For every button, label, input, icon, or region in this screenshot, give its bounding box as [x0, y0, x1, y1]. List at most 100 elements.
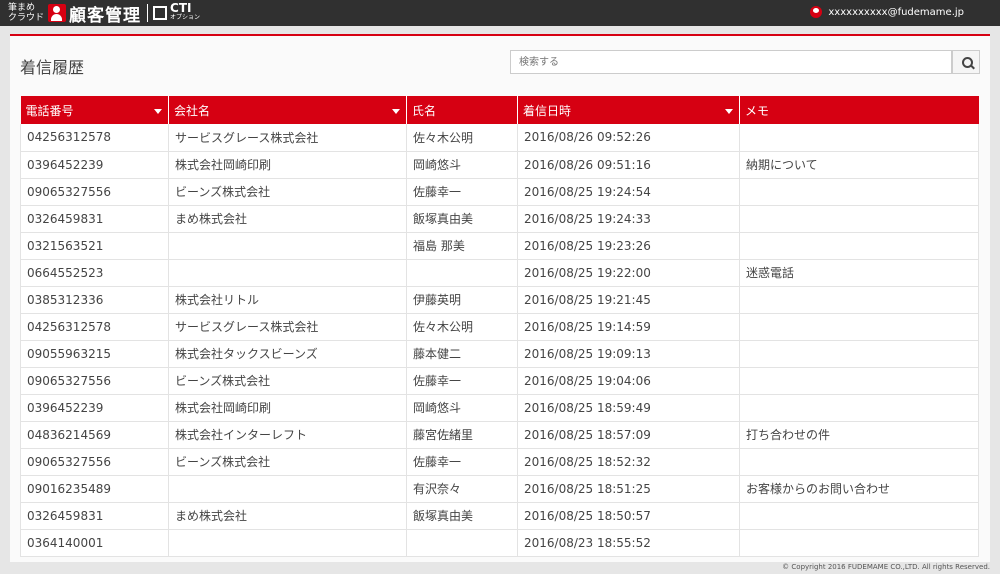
customer-icon — [48, 4, 67, 22]
cell-phone: 04836214569 — [20, 421, 169, 449]
cell-phone: 0396452239 — [20, 151, 169, 179]
cell-name: 岡崎悠斗 — [406, 151, 518, 179]
cell-name: 伊藤英明 — [406, 286, 518, 314]
table-row[interactable]: 04256312578 サービスグレース株式会社 佐々木公明 2016/08/26 0… — [20, 124, 979, 152]
page-title: 着信履歴 — [20, 58, 85, 77]
cell-company: 株式会社岡崎印刷 — [168, 394, 407, 422]
cell-name: 藤本健二 — [406, 340, 518, 368]
cell-datetime: 2016/08/25 18:57:09 — [517, 421, 740, 449]
table-row[interactable]: 04836214569 株式会社インターレフト 藤宮佐緒里 2016/08/25 18… — [20, 421, 979, 449]
cell-datetime: 2016/08/25 18:52:32 — [517, 448, 740, 476]
cell-datetime: 2016/08/23 18:55:52 — [517, 529, 740, 557]
table-row[interactable]: 0364140001 2016/08/23 18:55:52 — [20, 529, 979, 557]
cell-datetime: 2016/08/26 09:51:16 — [517, 151, 740, 179]
cell-datetime: 2016/08/25 18:50:57 — [517, 502, 740, 530]
table-row[interactable]: 09065327556 ビーンズ株式会社 佐藤幸一 2016/08/25 18:52:… — [20, 448, 979, 476]
cell-datetime: 2016/08/25 19:21:45 — [517, 286, 740, 314]
cell-name: 福島 那美 — [406, 232, 518, 260]
cell-memo: 迷惑電話 — [739, 259, 979, 287]
cell-memo — [739, 394, 979, 422]
cell-company: まめ株式会社 — [168, 205, 407, 233]
cell-phone: 0364140001 — [20, 529, 169, 557]
cell-phone: 09065327556 — [20, 178, 169, 206]
cell-company: ビーンズ株式会社 — [168, 178, 407, 206]
cell-memo — [739, 340, 979, 368]
logo-cti-sublabel: オプション — [170, 14, 201, 21]
cell-name: 藤宮佐緒里 — [406, 421, 518, 449]
cell-memo — [739, 286, 979, 314]
table-row[interactable]: 0326459831 まめ株式会社 飯塚真由美 2016/08/25 19:24:33 — [20, 205, 979, 233]
search-button[interactable] — [952, 50, 980, 74]
table-row[interactable]: 09055963215 株式会社タックスビーンズ 藤本健二 2016/08/25 19… — [20, 340, 979, 368]
cell-name: 佐藤幸一 — [406, 367, 518, 395]
logo-title: 顧客管理 — [69, 5, 142, 26]
cell-memo — [739, 448, 979, 476]
cell-phone: 0664552523 — [20, 259, 169, 287]
cell-company: まめ株式会社 — [168, 502, 407, 530]
search-input[interactable] — [510, 50, 952, 74]
table-row[interactable]: 09065327556 ビーンズ株式会社 佐藤幸一 2016/08/25 19:24:… — [20, 178, 979, 206]
cell-company: サービスグレース株式会社 — [168, 124, 407, 152]
user-email: xxxxxxxxxx@fudemame.jp — [828, 6, 964, 18]
cell-memo — [739, 529, 979, 557]
table-row[interactable]: 0321563521 福島 那美 2016/08/25 19:23:26 — [20, 232, 979, 260]
cell-company: 株式会社インターレフト — [168, 421, 407, 449]
logo-cti-label: CTI — [170, 1, 192, 15]
table-row[interactable]: 0326459831 まめ株式会社 飯塚真由美 2016/08/25 18:50:57 — [20, 502, 979, 530]
logo-brand-text: 筆まめ クラウド — [8, 3, 45, 23]
cell-company — [168, 529, 407, 557]
column-header-name[interactable]: 氏名 — [406, 96, 518, 124]
cell-name: 有沢奈々 — [406, 475, 518, 503]
user-icon — [810, 6, 823, 18]
cell-company: ビーンズ株式会社 — [168, 448, 407, 476]
table-row[interactable]: 09065327556 ビーンズ株式会社 佐藤幸一 2016/08/25 19:04:… — [20, 367, 979, 395]
cell-datetime: 2016/08/26 09:52:26 — [517, 124, 740, 152]
sort-caret-icon[interactable] — [392, 109, 400, 114]
cell-datetime: 2016/08/25 19:14:59 — [517, 313, 740, 341]
logo-divider — [147, 4, 149, 22]
column-header-datetime[interactable]: 着信日時 — [517, 96, 740, 124]
table-row[interactable]: 0396452239 株式会社岡崎印刷 岡崎悠斗 2016/08/26 09:51:1… — [20, 151, 979, 179]
cell-phone: 04256312578 — [20, 313, 169, 341]
table-header-row: 電話番号 会社名 氏名 着信日時 メモ — [20, 96, 979, 124]
table-row[interactable]: 04256312578 サービスグレース株式会社 佐々木公明 2016/08/25 1… — [20, 313, 979, 341]
table-row[interactable]: 0385312336 株式会社リトル 伊藤英明 2016/08/25 19:21:45 — [20, 286, 979, 314]
cell-name: 佐々木公明 — [406, 124, 518, 152]
app-header: 筆まめ クラウド 顧客管理 CTI オプション xxxxxxxxxx@fudem… — [0, 0, 1000, 26]
table-row[interactable]: 0664552523 2016/08/25 19:22:00 迷惑電話 — [20, 259, 979, 287]
cell-name: 飯塚真由美 — [406, 205, 518, 233]
user-menu[interactable]: xxxxxxxxxx@fudemame.jp — [810, 6, 964, 18]
cell-company: サービスグレース株式会社 — [168, 313, 407, 341]
footer-copyright: © Copyright 2016 FUDEMAME CO.,LTD. All r… — [782, 563, 990, 571]
cell-memo — [739, 502, 979, 530]
cell-company: ビーンズ株式会社 — [168, 367, 407, 395]
cell-datetime: 2016/08/25 18:51:25 — [517, 475, 740, 503]
logo-cti: CTI オプション — [170, 1, 201, 22]
cell-name: 佐々木公明 — [406, 313, 518, 341]
cell-phone: 0321563521 — [20, 232, 169, 260]
cell-name: 岡崎悠斗 — [406, 394, 518, 422]
cell-name — [406, 529, 518, 557]
cell-datetime: 2016/08/25 19:24:54 — [517, 178, 740, 206]
cell-company — [168, 475, 407, 503]
app-logo[interactable]: 筆まめ クラウド 顧客管理 CTI オプション — [8, 1, 201, 26]
cell-phone: 0385312336 — [20, 286, 169, 314]
column-header-memo[interactable]: メモ — [739, 96, 979, 124]
cell-memo — [739, 124, 979, 152]
cell-memo — [739, 178, 979, 206]
main-panel: 着信履歴 電話番号 会社名 氏名 着信日時 メモ 04256312578サービス… — [10, 34, 990, 562]
column-header-company[interactable]: 会社名 — [168, 96, 407, 124]
cell-datetime: 2016/08/25 19:23:26 — [517, 232, 740, 260]
cell-phone: 0396452239 — [20, 394, 169, 422]
cell-phone: 04256312578 — [20, 124, 169, 152]
cell-phone: 09016235489 — [20, 475, 169, 503]
cell-company — [168, 232, 407, 260]
sort-caret-icon[interactable] — [154, 109, 162, 114]
column-header-phone[interactable]: 電話番号 — [20, 96, 169, 124]
table-row[interactable]: 0396452239 株式会社岡崎印刷 岡崎悠斗 2016/08/25 18:59:4… — [20, 394, 979, 422]
table-row[interactable]: 09016235489 有沢奈々 2016/08/25 18:51:25 お客様からの… — [20, 475, 979, 503]
cell-datetime: 2016/08/25 18:59:49 — [517, 394, 740, 422]
cell-company: 株式会社リトル — [168, 286, 407, 314]
sort-caret-icon[interactable] — [725, 109, 733, 114]
cell-memo — [739, 313, 979, 341]
